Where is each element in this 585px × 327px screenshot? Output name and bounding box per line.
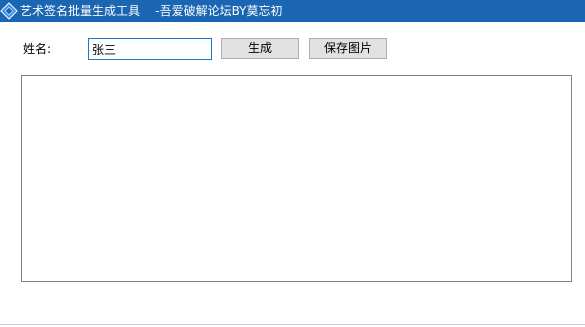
bottom-divider	[0, 324, 585, 325]
signature-preview-area	[21, 75, 572, 282]
app-window: 艺术签名批量生成工具 -吾爱破解论坛BY莫忘初 姓名: 生成 保存图片	[0, 0, 585, 327]
title-bar[interactable]: 艺术签名批量生成工具 -吾爱破解论坛BY莫忘初	[0, 0, 585, 22]
diamond-app-icon	[0, 2, 18, 20]
save-image-button[interactable]: 保存图片	[309, 38, 387, 59]
name-input[interactable]	[88, 38, 212, 60]
generate-button[interactable]: 生成	[221, 38, 299, 59]
name-label: 姓名:	[23, 42, 52, 56]
window-title: 艺术签名批量生成工具 -吾爱破解论坛BY莫忘初	[20, 4, 283, 18]
